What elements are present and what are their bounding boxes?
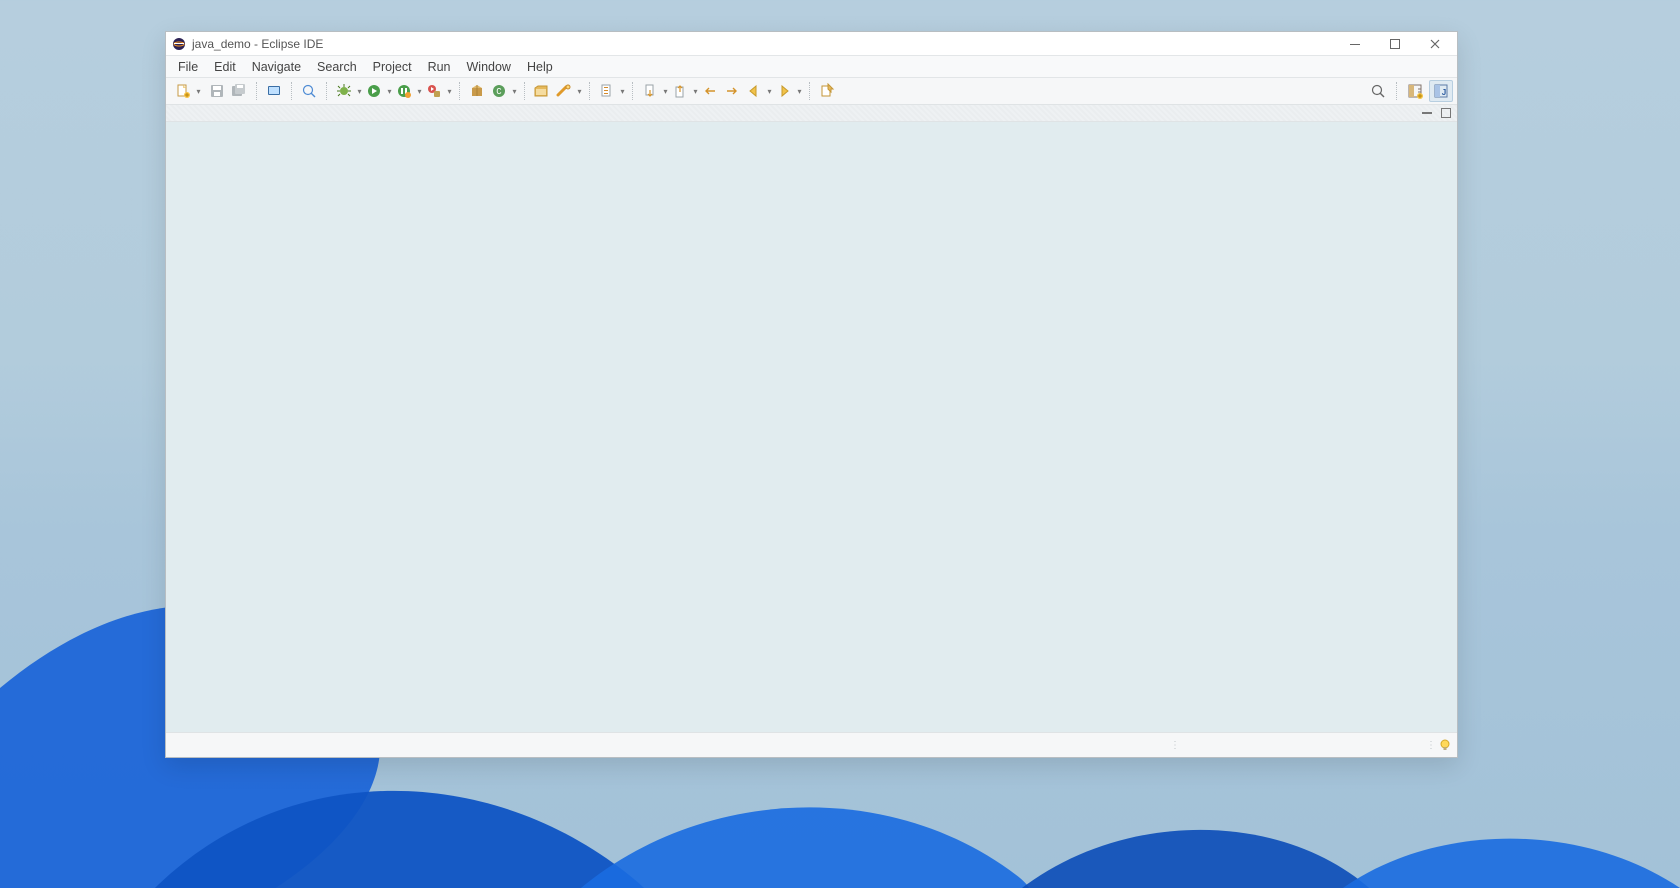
- new-class-button[interactable]: C: [488, 80, 510, 102]
- prev-annotation-button[interactable]: [669, 80, 691, 102]
- tip-of-day-icon[interactable]: [1437, 737, 1453, 753]
- prev-annotation-dropdown[interactable]: ▾: [691, 87, 699, 96]
- window-title: java_demo - Eclipse IDE: [192, 37, 323, 51]
- new-button[interactable]: [172, 80, 194, 102]
- forward-dropdown[interactable]: ▾: [795, 87, 803, 96]
- new-package-button[interactable]: [466, 80, 488, 102]
- last-edit-button[interactable]: [699, 80, 721, 102]
- eclipse-icon: [172, 37, 186, 51]
- external-tools-dropdown[interactable]: ▾: [445, 87, 453, 96]
- run-dropdown[interactable]: ▾: [385, 87, 393, 96]
- eclipse-window: java_demo - Eclipse IDE File Edit Naviga…: [165, 31, 1458, 758]
- open-console-button[interactable]: [263, 80, 285, 102]
- back-to-button[interactable]: [721, 80, 743, 102]
- svg-text:J: J: [1442, 88, 1446, 97]
- run-button[interactable]: [363, 80, 385, 102]
- editor-area[interactable]: [166, 122, 1457, 733]
- new-dropdown[interactable]: ▾: [194, 87, 202, 96]
- maximize-view-icon[interactable]: [1441, 108, 1451, 118]
- menu-edit[interactable]: Edit: [206, 59, 244, 75]
- toggle-mark-button[interactable]: [596, 80, 618, 102]
- coverage-button[interactable]: [393, 80, 415, 102]
- quick-access-button[interactable]: [1366, 80, 1390, 102]
- debug-button[interactable]: [333, 80, 355, 102]
- save-all-button[interactable]: [228, 80, 250, 102]
- menu-project[interactable]: Project: [365, 59, 420, 75]
- open-perspective-button[interactable]: [1403, 80, 1427, 102]
- maximize-button[interactable]: [1375, 32, 1415, 56]
- toggle-mark-dropdown[interactable]: ▾: [618, 87, 626, 96]
- next-annotation-button[interactable]: [639, 80, 661, 102]
- title-bar[interactable]: java_demo - Eclipse IDE: [166, 32, 1457, 56]
- minimize-view-icon[interactable]: [1421, 109, 1433, 117]
- coverage-dropdown[interactable]: ▾: [415, 87, 423, 96]
- close-button[interactable]: [1415, 32, 1455, 56]
- menu-window[interactable]: Window: [459, 59, 519, 75]
- minimize-button[interactable]: [1335, 32, 1375, 56]
- menu-navigate[interactable]: Navigate: [244, 59, 309, 75]
- new-class-dropdown[interactable]: ▾: [510, 87, 518, 96]
- toolbar: ▾ ▾: [166, 78, 1457, 105]
- save-button[interactable]: [206, 80, 228, 102]
- status-gripper-left[interactable]: ⋮: [1170, 740, 1181, 751]
- status-bar: ⋮ ⋮: [166, 733, 1457, 757]
- search-dropdown[interactable]: ▾: [575, 87, 583, 96]
- menu-run[interactable]: Run: [420, 59, 459, 75]
- skip-breakpoints-button[interactable]: [298, 80, 320, 102]
- search-button[interactable]: [553, 80, 575, 102]
- svg-text:C: C: [496, 87, 502, 97]
- pin-editor-button[interactable]: [816, 80, 838, 102]
- menu-help[interactable]: Help: [519, 59, 561, 75]
- status-gripper-right[interactable]: ⋮: [1426, 740, 1437, 751]
- editor-tabstrip: [166, 105, 1457, 122]
- debug-dropdown[interactable]: ▾: [355, 87, 363, 96]
- menu-bar: File Edit Navigate Search Project Run Wi…: [166, 56, 1457, 78]
- menu-file[interactable]: File: [170, 59, 206, 75]
- external-tools-button[interactable]: [423, 80, 445, 102]
- back-dropdown[interactable]: ▾: [765, 87, 773, 96]
- history-forward-button[interactable]: [773, 80, 795, 102]
- open-type-button[interactable]: [531, 80, 553, 102]
- history-back-button[interactable]: [743, 80, 765, 102]
- menu-search[interactable]: Search: [309, 59, 365, 75]
- java-perspective-button[interactable]: J: [1429, 80, 1453, 102]
- next-annotation-dropdown[interactable]: ▾: [661, 87, 669, 96]
